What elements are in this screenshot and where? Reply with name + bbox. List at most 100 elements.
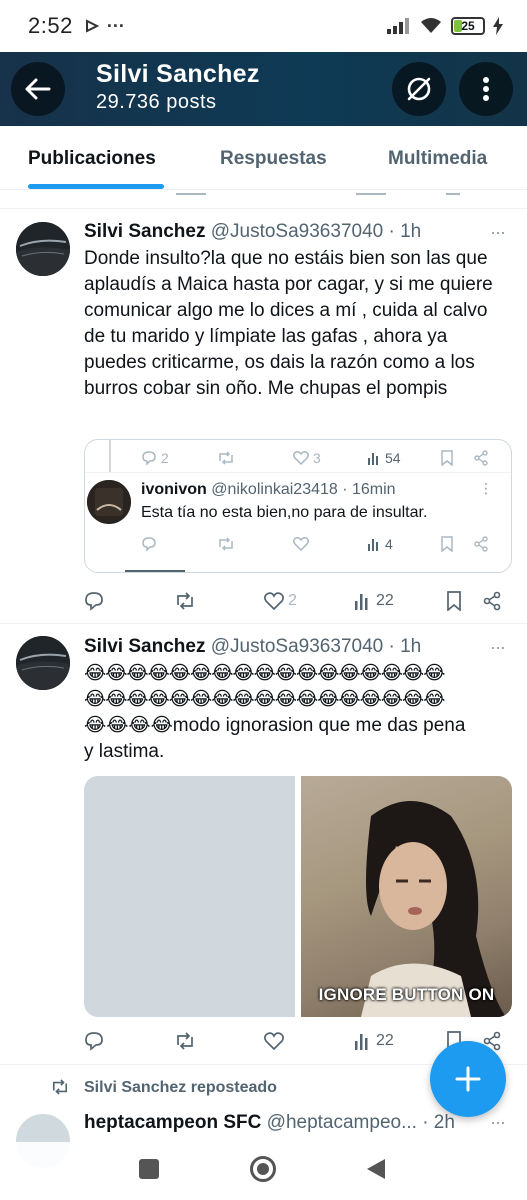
tweet-actions: 22 <box>84 1030 504 1052</box>
reply-icon <box>85 592 103 611</box>
repost-icon <box>177 1032 193 1050</box>
views-action[interactable]: 22 <box>354 592 394 610</box>
reply-action[interactable] <box>84 591 104 611</box>
avatar[interactable] <box>16 636 70 690</box>
arrow-left-icon <box>25 78 51 100</box>
repost-action[interactable] <box>217 537 235 551</box>
signal-icon <box>387 18 409 34</box>
quote-author-name[interactable]: ivonivon <box>141 481 207 498</box>
quote-more-icon[interactable]: ⋮ <box>479 480 493 497</box>
share-action[interactable] <box>482 591 502 611</box>
wifi-icon <box>421 18 441 33</box>
views-action[interactable]: 4 <box>367 536 393 552</box>
reply-icon <box>142 451 156 466</box>
like-count: 3 <box>313 450 321 466</box>
repost-action[interactable] <box>217 451 235 465</box>
tab-respuestas[interactable]: Respuestas <box>220 148 327 170</box>
tweet-media[interactable]: IGNORE BUTTON ON <box>84 776 512 1017</box>
reply-action[interactable] <box>141 536 157 552</box>
tab-multimedia[interactable]: Multimedia <box>388 148 487 170</box>
quote-top-actions: 2 3 54 <box>141 448 501 468</box>
gif-caption: IGNORE BUTTON ON <box>318 985 495 1004</box>
repost-action[interactable] <box>174 1032 196 1050</box>
share-icon <box>474 536 488 552</box>
tweet-more-icon[interactable]: ··· <box>490 637 506 658</box>
like-action[interactable]: 3 <box>293 450 321 466</box>
author-handle-time: @JustoSa93637040 · 1h <box>210 636 422 657</box>
heart-icon <box>264 592 284 610</box>
tweet-text: Donde insulto?la que no estáis bien son … <box>84 248 493 399</box>
media-gif[interactable]: IGNORE BUTTON ON <box>301 776 512 1017</box>
profile-header: Silvi Sanchez 29.736 posts <box>0 52 527 126</box>
post-count: 29.736 posts <box>96 91 217 113</box>
bookmark-action[interactable] <box>446 591 462 611</box>
reply-count: 2 <box>161 450 169 466</box>
bookmark-icon <box>441 536 453 552</box>
tab-publicaciones[interactable]: Publicaciones <box>28 148 156 170</box>
tweet-emoji-line: 😂😂😂😂😂😂😂😂😂😂😂😂😂😂😂😂😂 <box>84 663 445 684</box>
charging-icon <box>493 17 503 35</box>
tweet-emoji-line: 😂😂😂😂😂😂😂😂😂😂😂😂😂😂😂😂😂 <box>84 689 445 710</box>
share-action[interactable] <box>473 450 489 466</box>
views-count: 4 <box>385 536 393 552</box>
reply-icon <box>142 537 156 552</box>
profile-tabs: Publicaciones Respuestas Multimedia <box>0 126 527 190</box>
tweet[interactable]: Silvi Sanchez @JustoSa93637040 · 1h ··· … <box>0 210 527 624</box>
author-name[interactable]: Silvi Sanchez <box>84 636 205 657</box>
triangle-back-icon <box>367 1159 385 1179</box>
recents-button[interactable] <box>139 1159 159 1179</box>
tweet-more-icon[interactable]: ··· <box>490 222 506 243</box>
back-nav-button[interactable] <box>366 1158 386 1185</box>
profile-name: Silvi Sanchez <box>96 60 260 88</box>
author-name[interactable]: Silvi Sanchez <box>84 221 205 242</box>
previous-tweet-actions <box>0 191 527 209</box>
bookmark-action[interactable] <box>441 450 453 466</box>
views-count: 22 <box>376 1032 394 1049</box>
like-action[interactable] <box>293 537 309 551</box>
grok-button[interactable] <box>392 62 446 116</box>
repost-action[interactable] <box>174 592 196 610</box>
media-placeholder[interactable] <box>84 776 295 1017</box>
gif-image <box>361 801 506 1017</box>
back-button[interactable] <box>11 62 65 116</box>
share-icon <box>474 450 488 466</box>
views-action[interactable]: 54 <box>367 450 401 466</box>
vertical-dots-icon <box>483 77 489 101</box>
system-navigation-bar <box>0 1142 527 1200</box>
tweet[interactable]: Silvi Sanchez @JustoSa93637040 · 1h ··· … <box>0 625 527 1065</box>
tweet-actions: 2 22 <box>84 590 504 612</box>
battery-level: 25 <box>461 19 475 33</box>
repost-label[interactable]: Silvi Sanchez reposteado <box>84 1079 277 1097</box>
share-icon <box>483 591 501 611</box>
repost-icon <box>219 451 233 465</box>
tweet-more-icon[interactable]: ··· <box>490 1112 506 1133</box>
more-options-button[interactable] <box>459 62 513 116</box>
avatar-image <box>16 636 70 690</box>
tweet-text-line: y lastima. <box>84 741 165 762</box>
like-action[interactable] <box>264 1032 284 1050</box>
quote-author-handle-time: @nikolinkai23418 · 16min <box>211 481 396 498</box>
like-action[interactable]: 2 <box>264 592 297 610</box>
plus-icon <box>455 1066 481 1092</box>
grok-icon <box>407 77 431 101</box>
avatar-image <box>16 222 70 276</box>
heart-icon <box>293 451 309 465</box>
quoted-thread[interactable]: 2 3 54 ivonivon @nikolinkai23418 · 16min… <box>84 439 512 573</box>
home-dot-icon <box>257 1163 269 1175</box>
repost-indicator-icon <box>50 1079 70 1100</box>
share-action[interactable] <box>473 536 489 552</box>
bookmark-action[interactable] <box>441 536 453 552</box>
author-name[interactable]: heptacampeon SFC <box>84 1112 261 1133</box>
tweet-text-line: 😂😂😂😂modo ignorasion que me das pena <box>84 715 466 736</box>
reply-action[interactable] <box>84 1031 104 1051</box>
reply-action[interactable]: 2 <box>141 450 169 466</box>
like-count: 2 <box>288 592 297 609</box>
views-icon <box>355 1034 368 1050</box>
home-button[interactable] <box>250 1156 276 1182</box>
views-action[interactable]: 22 <box>354 1032 394 1050</box>
avatar[interactable] <box>16 222 70 276</box>
quote-avatar[interactable] <box>87 480 131 524</box>
compose-button[interactable] <box>430 1041 506 1117</box>
reply-icon <box>85 1032 103 1051</box>
bookmark-icon <box>447 591 461 611</box>
